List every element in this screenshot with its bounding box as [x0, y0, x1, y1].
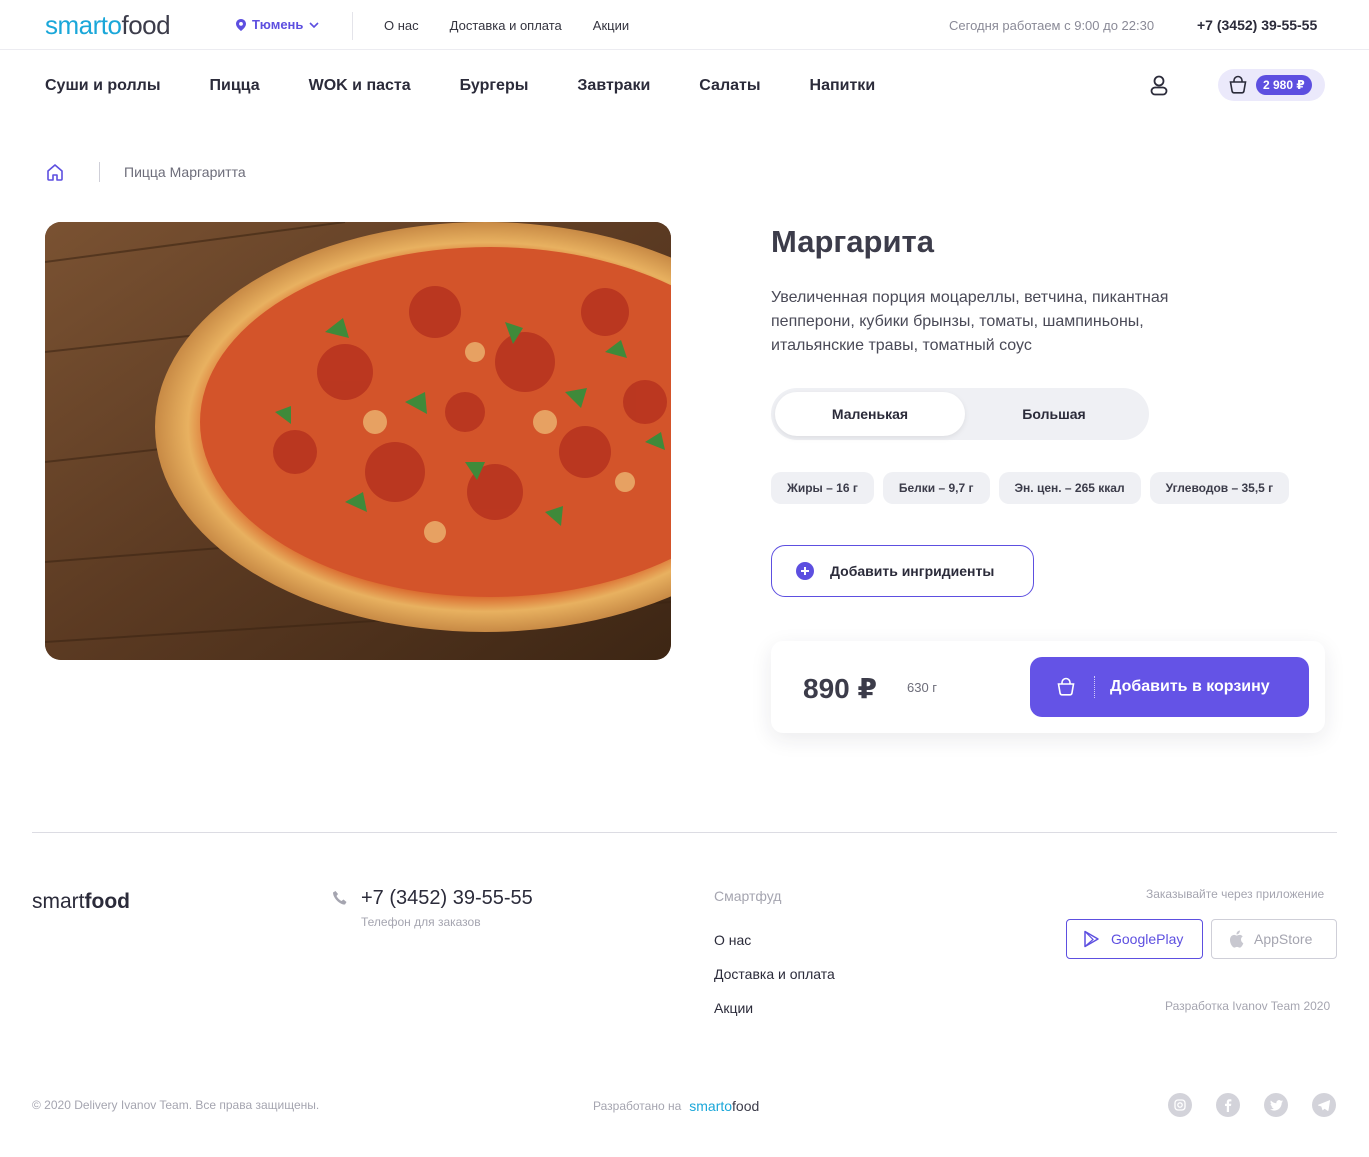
category-wok[interactable]: WOK и паста	[309, 77, 411, 95]
add-ingredients-label: Добавить ингридиенты	[830, 563, 995, 579]
working-hours: Сегодня работаем с 9:00 до 22:30	[949, 18, 1155, 33]
breadcrumb-separator	[99, 162, 100, 182]
site-logo[interactable]: smartofood	[45, 10, 171, 41]
apple-icon	[1229, 930, 1244, 948]
category-burgers[interactable]: Бургеры	[460, 77, 529, 95]
footer-column-title: Смартфуд	[714, 888, 782, 904]
phone-icon	[333, 891, 347, 905]
breadcrumb-current: Пицца Маргаритта	[124, 164, 246, 180]
top-nav-about[interactable]: О нас	[384, 18, 419, 33]
footer-divider	[32, 832, 1337, 833]
google-play-button[interactable]: GooglePlay	[1066, 919, 1203, 959]
top-bar: smartofood Тюмень О нас Доставка и оплат…	[0, 0, 1369, 50]
chevron-down-icon	[309, 21, 319, 28]
twitter-icon[interactable]	[1264, 1093, 1288, 1117]
nutrition-protein: Белки – 9,7 г	[882, 472, 990, 504]
product-weight: 630 г	[907, 680, 938, 695]
purchase-card: 890 ₽ 630 г Добавить в корзину	[771, 641, 1325, 733]
app-store-button[interactable]: AppStore	[1211, 919, 1337, 959]
category-breakfast[interactable]: Завтраки	[577, 77, 650, 95]
category-salads[interactable]: Салаты	[699, 77, 760, 95]
add-to-cart-button[interactable]: Добавить в корзину	[1030, 657, 1309, 717]
basket-icon	[1229, 75, 1247, 94]
nutrition-fat: Жиры – 16 г	[771, 472, 874, 504]
footer-logo[interactable]: smartfood	[32, 890, 130, 914]
telegram-icon[interactable]	[1312, 1093, 1336, 1117]
plus-circle-icon	[796, 562, 814, 580]
nutrition-carbs: Углеводов – 35,5 г	[1149, 472, 1290, 504]
category-nav: Суши и роллы Пицца WOK и паста Бургеры З…	[45, 77, 875, 95]
developer-credit: Разработка Ivanov Team 2020	[1165, 999, 1331, 1013]
app-store-label: AppStore	[1254, 931, 1313, 947]
cart-total-badge: 2 980 ₽	[1256, 75, 1312, 95]
basket-icon	[1057, 677, 1075, 696]
divider	[352, 12, 353, 40]
size-option-large[interactable]: Большая	[961, 392, 1147, 436]
size-option-small[interactable]: Маленькая	[775, 392, 965, 436]
social-links	[1168, 1093, 1336, 1117]
add-ingredients-button[interactable]: Добавить ингридиенты	[771, 545, 1034, 597]
category-sushi[interactable]: Суши и роллы	[45, 77, 161, 95]
add-to-cart-label: Добавить в корзину	[1110, 678, 1270, 695]
product-description: Увеличенная порция моцареллы, ветчина, п…	[771, 289, 1169, 354]
nutrition-facts: Жиры – 16 г Белки – 9,7 г Эн. цен. – 265…	[771, 472, 1290, 504]
category-drinks[interactable]: Напитки	[810, 77, 876, 95]
app-caption: Заказывайте через приложение	[1146, 887, 1325, 901]
footer-link-about[interactable]: О нас	[714, 932, 835, 948]
user-icon[interactable]	[1147, 73, 1171, 97]
nutrition-energy: Эн. цен. – 265 ккал	[998, 472, 1141, 504]
cart-button[interactable]: 2 980 ₽	[1218, 69, 1325, 101]
made-on-label: Разработано на	[593, 1099, 682, 1113]
google-play-label: GooglePlay	[1111, 931, 1184, 947]
breadcrumb: Пицца Маргаритта	[45, 162, 246, 182]
city-name: Тюмень	[252, 17, 304, 32]
product-title: Маргарита	[771, 224, 934, 259]
footer-phone-caption: Телефон для заказов	[361, 915, 481, 929]
location-pin-icon	[236, 18, 246, 31]
google-play-icon	[1084, 930, 1099, 948]
footer-link-delivery[interactable]: Доставка и оплата	[714, 966, 835, 982]
made-on: Разработано на smartofood	[593, 1098, 759, 1114]
top-nav-promos[interactable]: Акции	[593, 18, 629, 33]
footer-links: О нас Доставка и оплата Акции	[714, 932, 835, 1016]
instagram-icon[interactable]	[1168, 1093, 1192, 1117]
product-image	[45, 222, 671, 660]
made-on-logo[interactable]: smartofood	[689, 1098, 759, 1114]
home-icon[interactable]	[45, 162, 65, 182]
top-nav: О нас Доставка и оплата Акции	[384, 18, 629, 33]
city-selector[interactable]: Тюмень	[236, 17, 319, 32]
footer-link-promos[interactable]: Акции	[714, 1000, 835, 1016]
button-divider	[1094, 676, 1095, 698]
facebook-icon[interactable]	[1216, 1093, 1240, 1117]
header-phone[interactable]: +7 (3452) 39-55-55	[1197, 17, 1317, 33]
size-selector: Маленькая Большая	[771, 388, 1149, 440]
top-nav-delivery[interactable]: Доставка и оплата	[450, 18, 562, 33]
category-pizza[interactable]: Пицца	[210, 77, 260, 95]
footer-phone[interactable]: +7 (3452) 39-55-55	[361, 887, 533, 910]
copyright: © 2020 Delivery Ivanov Team. Все права з…	[32, 1098, 320, 1112]
product-price: 890 ₽	[803, 673, 877, 704]
